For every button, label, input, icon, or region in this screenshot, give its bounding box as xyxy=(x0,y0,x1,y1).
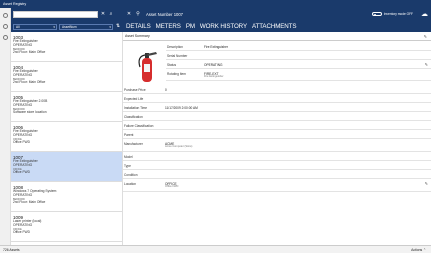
list-item[interactable]: 1007 Fire Extinguisher OPERATING OFFICE Offi… xyxy=(11,152,122,182)
window-title-bar: Asset Registry xyxy=(0,0,431,8)
search-bar: ✕ ⌕ xyxy=(11,8,123,21)
tab-details[interactable]: DETAILS xyxy=(126,21,151,32)
field-subvalue: Fire Extinguisher xyxy=(204,75,224,78)
asset-location: Software store location xyxy=(13,109,47,114)
field-expected-life: Expected Life xyxy=(123,94,431,103)
header-bar: ✕ ⚲ Asset Number 1007 Inventory mode OFF… xyxy=(123,8,431,21)
field-model: Model xyxy=(123,152,431,161)
asset-location: 2nd Floor: Main Office xyxy=(13,79,46,84)
summary-header: Asset Summary ✎ xyxy=(123,32,431,41)
field-value: 0 xyxy=(165,87,167,92)
toggle-switch[interactable] xyxy=(371,12,382,16)
settings-icon[interactable] xyxy=(3,24,8,29)
list-item[interactable]: 1005 Fire Extinguisher 2.00B OPERATING BEDF… xyxy=(11,92,122,122)
actions-label: Actions xyxy=(411,248,423,252)
field-label: Condition xyxy=(124,172,138,177)
asset-location: 2nd Floor: Main Office xyxy=(13,199,46,204)
edit-icon[interactable]: ✎ xyxy=(425,181,428,186)
tab-attachments[interactable]: ATTACHMENTS xyxy=(252,21,296,32)
scan-icon[interactable]: ✕ xyxy=(100,12,106,17)
sort-order-icon[interactable]: ⇅ xyxy=(115,24,121,29)
help-icon[interactable] xyxy=(3,35,8,40)
edit-icon[interactable]: ✎ xyxy=(424,34,427,39)
field-installation-time: Installation Time 11/17/2009 2:00:00 AM xyxy=(123,103,431,112)
filter-value: All xyxy=(16,24,20,29)
field-rotating-item: Rotating Item FIRE-EXT Fire Extinguisher xyxy=(166,69,431,81)
filter-row: All ▾ AssetNum ▾ ⇅ xyxy=(11,21,123,32)
tab-meters[interactable]: METERS xyxy=(156,21,181,32)
asset-location: Office FWD xyxy=(13,169,30,174)
field-label: Serial Number xyxy=(167,53,188,58)
asset-location: Office FWD xyxy=(13,139,30,144)
sort-value: AssetNum xyxy=(62,24,77,29)
search-icon[interactable]: ⌕ xyxy=(108,12,114,17)
field-value: OPERATING xyxy=(204,62,223,67)
field-label: Purchase Price xyxy=(124,87,146,92)
field-status[interactable]: Status OPERATING ✎ xyxy=(166,60,431,69)
field-subvalue: Acme Computer (Store) xyxy=(165,145,193,148)
field-label: Classification xyxy=(124,114,143,119)
inventory-mode-label: Inventory mode OFF xyxy=(383,12,413,16)
asset-count: 726 Assets xyxy=(3,247,20,252)
field-label: Model xyxy=(124,154,133,159)
field-label: Description xyxy=(167,44,183,49)
field-label: Type xyxy=(124,163,131,168)
list-item[interactable]: 1004 Fire Extinguisher OPERATING BEDFORD 2nd… xyxy=(11,62,122,92)
tab-work-history[interactable]: WORK HISTORY xyxy=(200,21,247,32)
field-description: Description Fire Extinguisher xyxy=(166,42,431,51)
location-pin-icon[interactable]: ⚲ xyxy=(135,12,141,17)
field-serial: Serial Number xyxy=(166,51,431,60)
asset-location: Office FWD xyxy=(13,229,30,234)
summary-title: Asset Summary xyxy=(125,34,150,38)
field-condition: Condition xyxy=(123,170,431,179)
cloud-sync-icon[interactable]: ☁ xyxy=(421,10,428,18)
field-type: Type xyxy=(123,161,431,170)
asset-location: 2nd Floor: Main Office xyxy=(13,49,46,54)
edit-icon[interactable]: ✎ xyxy=(425,62,428,67)
field-subvalue: Office FWD xyxy=(165,185,179,188)
status-bar: 726 Assets Actions ⌃ xyxy=(0,245,431,253)
chevron-down-icon: ▾ xyxy=(53,24,55,29)
list-item[interactable]: 1009 Laser printer (local) OPERATING OFFICE… xyxy=(11,212,122,242)
field-label: Parent xyxy=(124,132,134,137)
field-manufacturer: Manufacturer ACME Acme Computer (Store) xyxy=(123,139,431,152)
field-label: Installation Time xyxy=(124,105,148,110)
asset-title: Asset Number 1007 xyxy=(146,12,184,17)
app-title: Asset Registry xyxy=(3,2,27,6)
field-classification: Classification xyxy=(123,112,431,121)
list-item[interactable]: 1008 Windows 7 Operating System OPERATING B… xyxy=(11,182,122,212)
collapse-icon[interactable]: ✕ xyxy=(126,12,132,17)
asset-list[interactable]: 1003 Fire Extinguisher OPERATING BEDFORD 2nd… xyxy=(11,32,123,245)
inventory-mode-toggle[interactable]: Inventory mode OFF xyxy=(371,12,413,16)
search-input[interactable] xyxy=(13,11,98,18)
field-label: Manufacturer xyxy=(124,141,143,146)
tab-pm[interactable]: PM xyxy=(186,21,195,32)
list-item[interactable]: 1006 Fire Extinguisher OPERATING OFFICE Offi… xyxy=(11,122,122,152)
asset-image xyxy=(131,47,164,85)
field-value: Fire Extinguisher xyxy=(204,44,228,49)
sort-dropdown[interactable]: AssetNum ▾ xyxy=(59,23,113,30)
filter-dropdown[interactable]: All ▾ xyxy=(13,23,57,30)
field-value: 11/17/2009 2:00:00 AM xyxy=(165,105,198,110)
field-label: Failure Classification xyxy=(124,123,154,128)
home-icon[interactable] xyxy=(3,13,8,18)
tab-bar: DETAILS METERS PM WORK HISTORY ATTACHMEN… xyxy=(123,21,431,32)
field-purchase-price: Purchase Price 0 xyxy=(123,85,431,94)
left-rail xyxy=(0,8,11,245)
field-label: Expected Life xyxy=(124,96,144,101)
field-label: Location xyxy=(124,181,137,186)
field-parent: Parent xyxy=(123,130,431,139)
field-failure-classification: Failure Classification xyxy=(123,121,431,130)
details-panel: Asset Summary ✎ Description Fire Extingui… xyxy=(123,32,431,245)
list-item[interactable]: 1003 Fire Extinguisher OPERATING BEDFORD 2nd… xyxy=(11,32,122,62)
field-location[interactable]: Location OFFICE Office FWD ✎ xyxy=(123,179,431,192)
actions-button[interactable]: Actions ⌃ xyxy=(411,248,426,252)
chevron-down-icon: ▾ xyxy=(109,24,111,29)
field-label: Status xyxy=(167,62,177,67)
fire-extinguisher-icon xyxy=(138,52,157,82)
field-label: Rotating Item xyxy=(167,71,186,76)
